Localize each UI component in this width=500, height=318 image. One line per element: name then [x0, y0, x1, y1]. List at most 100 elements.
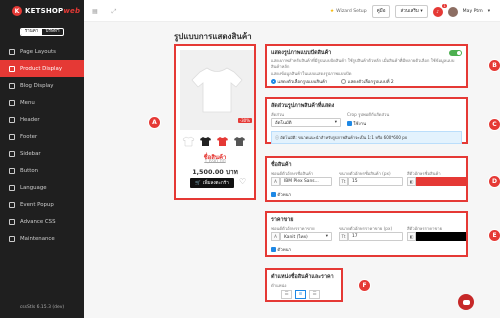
mode-option-company[interactable]: บริษัทฯ [42, 29, 63, 35]
marker-c: C [488, 118, 500, 131]
section-description-2: แสดงข้อมูลสินค้าในแบบแสดงรูปภาพแบบปัด [271, 71, 352, 76]
radio-option-1[interactable]: แสดงตัวเลือกรูปแบบสินค้า [271, 78, 327, 85]
new-price: 1,500.00 บาท [192, 168, 238, 176]
sidebar-item-footer[interactable]: Footer [0, 128, 84, 145]
info-note: ⓘ อัตโนมัติ: ขนาดแนะนำสำหรับรูปภาพสินค้า… [271, 131, 462, 144]
marker-e: E [488, 229, 500, 242]
section-title: ตำแหน่งชื่อสินค้าและราคา [271, 274, 334, 280]
language-icon [9, 184, 15, 191]
sidebar-item-sidebar[interactable]: Sidebar [0, 145, 84, 162]
align-group: ☰ ≡ ☰ [281, 290, 320, 299]
wizard-setup-link[interactable]: ★ Wizard Setup [330, 9, 367, 14]
sidebar-item-language[interactable]: Language [0, 179, 84, 196]
sidebar-item-product-display[interactable]: Product Display [0, 60, 84, 77]
marker-f: F [358, 279, 371, 292]
color-picker-icon: ◧ [407, 232, 416, 241]
chevron-down-icon: ▾ [334, 120, 337, 125]
section-sale-price: ราคาขาย ฟอนต์ตัวอักษรราคาขาย ขนาดตัวอักษ… [265, 211, 468, 257]
manual-button[interactable]: คู่มือ [371, 5, 391, 18]
sidebar-item-event-popup[interactable]: Event Popup [0, 196, 84, 213]
size-input[interactable]: 15 [348, 177, 403, 186]
heart-icon[interactable]: ♡ [239, 177, 246, 186]
blog-icon [9, 82, 15, 89]
addons-select[interactable]: ส่วนเสริม ▾ [395, 5, 428, 18]
align-label: ตำแหน่ง [271, 283, 287, 288]
section-product-name: ชื่อสินค้า ฟอนต์ตัวอักษรชื่อสินค้า ขนาดต… [265, 156, 468, 202]
align-right-icon[interactable]: ☰ [309, 290, 320, 299]
align-center-icon[interactable]: ≡ [295, 290, 306, 299]
section-image-ratio: สัดส่วนรูปภาพสินค้าที่แสดง สัดส่วน Crop … [265, 97, 468, 144]
font-label: ฟอนต์ตัวอักษรราคาขาย [271, 226, 315, 231]
code-icon [9, 218, 15, 225]
radio-icon [271, 79, 276, 84]
sidebar-item-button[interactable]: Button [0, 162, 84, 179]
thumbnail-black[interactable] [199, 136, 212, 147]
notification-count: 1 [442, 3, 447, 8]
ratio-select[interactable]: อัตโนมัติ ▾ [271, 118, 341, 127]
popup-icon [9, 201, 15, 208]
notification-bell-icon[interactable]: ♪ 1 [432, 3, 447, 17]
font-label: ฟอนต์ตัวอักษรชื่อสินค้า [271, 171, 314, 176]
sidebar-nav: Page Layouts Product Display Blog Displa… [0, 43, 84, 247]
mode-toggle[interactable]: ร้านค้า บริษัทฯ [20, 28, 64, 36]
top-bar: ▦ ⤢ ★ Wizard Setup คู่มือ ส่วนเสริม ▾ ♪ 1 … [84, 0, 500, 22]
font-icon: A [271, 232, 280, 241]
logo-icon: K [12, 6, 22, 16]
thumbnail-white[interactable] [182, 136, 195, 147]
button-icon [9, 167, 15, 174]
color-picker-icon: ◧ [407, 177, 416, 186]
color-label: สีตัวอักษรชื่อสินค้า [407, 171, 441, 176]
star-icon: ★ [329, 9, 335, 14]
text-size-icon: Tt [339, 232, 348, 241]
bold-checkbox[interactable]: ตัวหนา [271, 246, 291, 253]
page-title: รูปแบบการแสดงสินค้า [174, 32, 252, 41]
section-title: สัดส่วนรูปภาพสินค้าที่แสดง [271, 103, 335, 109]
section-description: แสดงภาพสำหรับสินค้าที่มีรูปแบบปัดสินค้า … [271, 58, 455, 69]
sidebar-item-advance-css[interactable]: Advance CSS [0, 213, 84, 230]
sidebar-icon [9, 150, 15, 157]
footer-icon [9, 133, 15, 140]
header-icon [9, 116, 15, 123]
sale-badge: -30% [237, 118, 252, 123]
sidebar-item-maintenance[interactable]: Maintenance [0, 230, 84, 247]
cart-icon: 🛒 [195, 180, 201, 186]
color-swatch[interactable] [416, 177, 466, 186]
chat-bubble-icon[interactable] [458, 294, 474, 310]
align-left-icon[interactable]: ☰ [281, 290, 292, 299]
old-price: 1,690.00 [204, 160, 226, 165]
color-swatch[interactable] [416, 232, 466, 241]
sidebar-item-header[interactable]: Header [0, 111, 84, 128]
size-label: ขนาดตัวอักษรชื่อสินค้า (px) [339, 171, 391, 176]
chevron-down-icon[interactable]: ▾ [488, 9, 490, 14]
size-input[interactable]: 17 [348, 232, 403, 241]
thumbnail-strip [182, 136, 246, 147]
sidebar-item-blog-display[interactable]: Blog Display [0, 77, 84, 94]
user-name[interactable]: May Ptm [463, 9, 483, 14]
section-name-price-position: ตำแหน่งชื่อสินค้าและราคา ตำแหน่ง ☰ ≡ ☰ [265, 268, 343, 302]
thumbnail-red[interactable] [216, 136, 229, 147]
chevron-down-icon: ▾ [420, 9, 423, 14]
logo-accent: web [63, 7, 81, 15]
thumbnail-gray[interactable] [233, 136, 246, 147]
chevron-down-icon: ▾ [325, 234, 328, 239]
crop-checkbox[interactable]: ใช้งาน [347, 120, 366, 127]
checkbox-icon [271, 192, 276, 197]
avatar[interactable] [447, 6, 458, 17]
swipe-toggle-switch[interactable] [449, 50, 462, 56]
sidebar-item-page-layouts[interactable]: Page Layouts [0, 43, 84, 60]
bold-checkbox[interactable]: ตัวหนา [271, 191, 291, 198]
section-title: แสดงรูปภาพแบบปัดสินค้า [271, 50, 332, 56]
grid-icon[interactable]: ▦ [92, 8, 98, 16]
sidebar-item-menu[interactable]: Menu [0, 94, 84, 111]
expand-icon[interactable]: ⤢ [112, 8, 117, 16]
app-logo[interactable]: K KETSHOPweb [12, 6, 80, 16]
layout-icon [9, 48, 15, 55]
font-select[interactable]: Kanit (ไทย) ▾ [280, 232, 332, 241]
product-preview-card: -30% ชื่อสินค้า 1,690.00 1,500.00 บาท 🛒 เ… [174, 44, 256, 200]
mode-option-store[interactable]: ร้านค้า [21, 29, 42, 35]
radio-option-2[interactable]: แสดงตัวเลือกรูปแบบที่ 2 [341, 78, 394, 85]
add-to-cart-button[interactable]: 🛒 เพิ่มลงตะกร้า [190, 178, 234, 188]
ratio-label: สัดส่วน [271, 112, 285, 117]
sidebar: K KETSHOPweb ร้านค้า บริษัทฯ Page Layout… [0, 0, 84, 318]
font-select[interactable]: IBM Plex Sans... [280, 177, 332, 186]
